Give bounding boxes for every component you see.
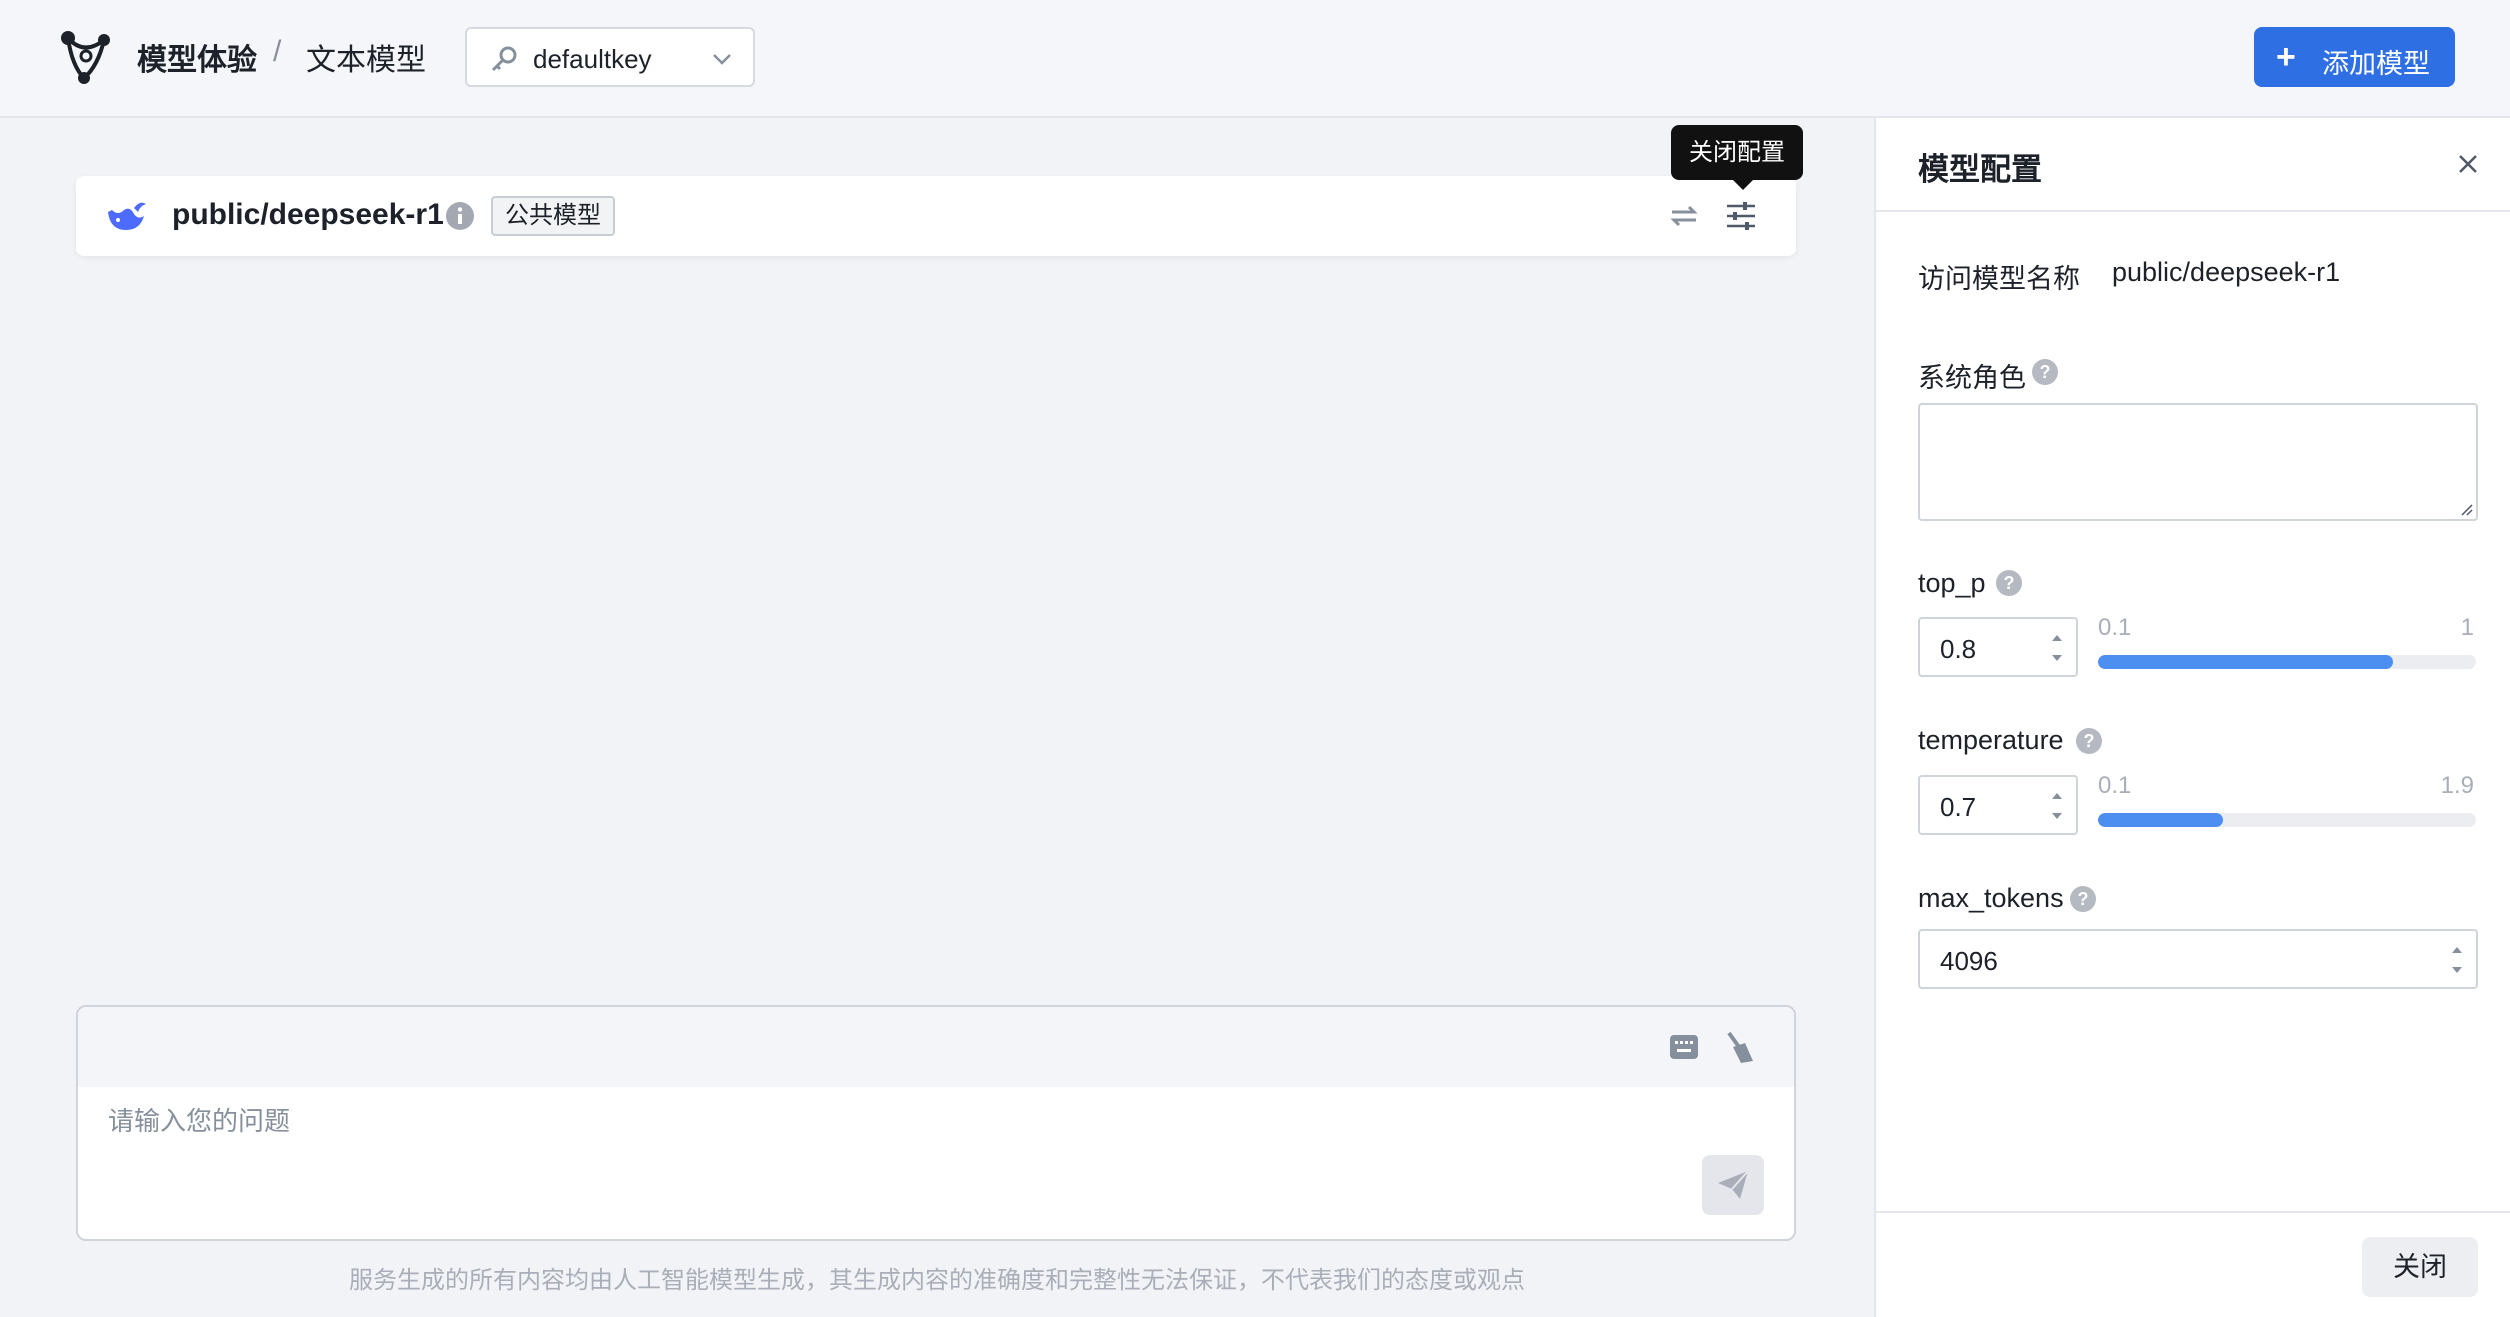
top-p-max: 1 — [2460, 614, 2474, 641]
chevron-down-icon — [713, 54, 731, 65]
temperature-slider-fill — [2098, 813, 2223, 827]
question-input[interactable] — [108, 1101, 1748, 1141]
model-name-label: 访问模型名称 — [1918, 264, 2080, 294]
help-icon[interactable]: ? — [1996, 570, 2022, 596]
info-icon[interactable] — [445, 201, 475, 231]
close-config-tooltip: 关闭配置 — [1671, 125, 1803, 190]
swap-model-icon[interactable] — [1666, 198, 1702, 234]
breadcrumb-separator: / — [273, 35, 282, 68]
temperature-min: 0.1 — [2098, 772, 2132, 799]
key-icon — [491, 46, 517, 72]
send-button[interactable] — [1702, 1155, 1764, 1215]
max-tokens-input[interactable]: 4096 — [1918, 929, 2478, 989]
top-p-label: top_p — [1918, 568, 1986, 598]
help-icon[interactable]: ? — [2032, 359, 2058, 385]
api-key-select[interactable]: defaultkey — [465, 27, 755, 87]
help-icon[interactable]: ? — [2076, 728, 2102, 754]
top-p-value: 0.8 — [1940, 634, 1977, 664]
model-config-panel: 模型配置 访问模型名称 public/deepseek-r1 系统角色 ? to… — [1874, 118, 2510, 1317]
system-role-textarea[interactable] — [1918, 403, 2478, 521]
temperature-slider[interactable] — [2098, 813, 2476, 827]
temperature-value: 0.7 — [1940, 792, 1977, 822]
plus-icon: + — [2276, 38, 2296, 76]
system-role-label: 系统角色 — [1918, 363, 2026, 393]
settings-sliders-icon[interactable] — [1723, 198, 1759, 234]
stepper-icon[interactable] — [2048, 625, 2066, 671]
panel-header: 模型配置 — [1876, 118, 2510, 212]
stepper-icon[interactable] — [2048, 783, 2066, 829]
breadcrumb-current: 文本模型 — [306, 44, 426, 77]
send-icon — [1718, 1170, 1749, 1199]
max-tokens-label: max_tokens — [1918, 883, 2064, 913]
temperature-label: temperature — [1918, 725, 2064, 755]
panel-title: 模型配置 — [1918, 152, 2042, 187]
top-p-slider-fill — [2098, 655, 2393, 669]
top-p-slider[interactable] — [2098, 655, 2476, 669]
max-tokens-value: 4096 — [1940, 946, 1998, 976]
ai-disclaimer: 服务生成的所有内容均由人工智能模型生成，其生成内容的准确度和完整性无法保证，不代… — [349, 1267, 1525, 1294]
close-button[interactable]: 关闭 — [2362, 1237, 2478, 1297]
clear-broom-icon[interactable] — [1723, 1029, 1757, 1065]
top-p-min: 0.1 — [2098, 614, 2132, 641]
temperature-input[interactable]: 0.7 — [1918, 775, 2078, 835]
top-header: 模型体验 / 文本模型 defaultkey + 添加模型 — [0, 0, 2510, 118]
chat-input-box — [76, 1005, 1796, 1241]
model-name: public/deepseek-r1 — [172, 198, 444, 231]
panel-footer: 关闭 — [1876, 1211, 2510, 1317]
deepseek-whale-icon — [108, 202, 146, 230]
model-name-value: public/deepseek-r1 — [2112, 257, 2341, 287]
stepper-icon[interactable] — [2448, 937, 2466, 983]
add-model-label: 添加模型 — [2322, 49, 2430, 79]
api-key-value: defaultkey — [533, 44, 652, 74]
keyboard-icon[interactable] — [1668, 1031, 1700, 1063]
close-icon[interactable] — [2452, 148, 2484, 180]
resize-handle-icon[interactable] — [2458, 501, 2474, 517]
breadcrumb-root[interactable]: 模型体验 — [137, 35, 257, 79]
temperature-max: 1.9 — [2440, 772, 2474, 799]
model-card: public/deepseek-r1 公共模型 — [76, 176, 1796, 256]
public-model-tag: 公共模型 — [491, 196, 615, 236]
top-p-input[interactable]: 0.8 — [1918, 617, 2078, 677]
input-toolbar — [78, 1007, 1794, 1087]
help-icon[interactable]: ? — [2070, 886, 2096, 912]
app-logo-icon[interactable] — [54, 26, 116, 88]
add-model-button[interactable]: + 添加模型 — [2254, 27, 2455, 87]
